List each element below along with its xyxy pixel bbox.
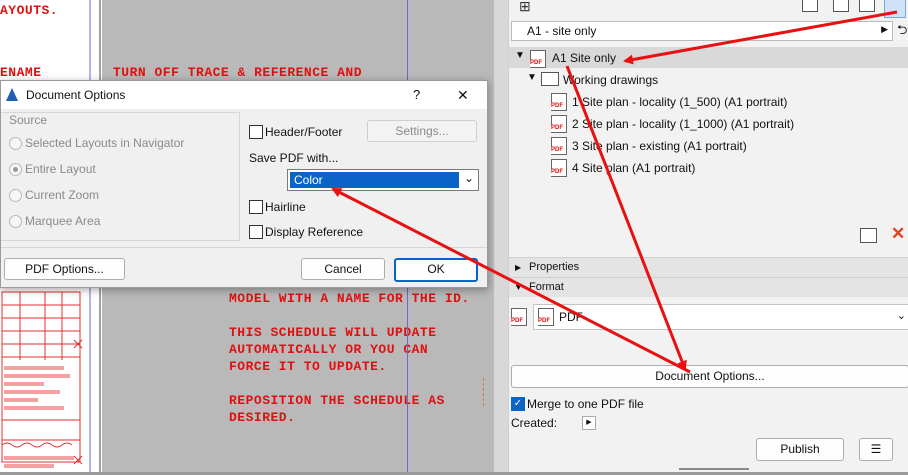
tree-folder-row[interactable]: ▼ Working drawings [509, 69, 908, 89]
settings-button[interactable]: Settings... [367, 120, 477, 142]
canvas-text-block: MODEL WITH A NAME FOR THE ID. THIS SCHED… [229, 290, 470, 426]
cancel-button[interactable]: Cancel [301, 258, 385, 280]
document-options-button[interactable]: Document Options... [511, 365, 908, 388]
tree-root-label: A1 Site only [552, 51, 617, 65]
canvas-text-line: MODEL WITH A NAME FOR THE ID. [229, 291, 470, 306]
canvas-text-turn-off: TURN OFF TRACE & REFERENCE AND [113, 65, 363, 80]
vertical-scrollbar[interactable] [493, 0, 509, 472]
radio-dot [13, 167, 18, 172]
canvas-text-line [229, 307, 470, 324]
format-dropdown[interactable]: PDF ⌄ [533, 304, 908, 330]
tree-item[interactable]: 3 Site plan - existing (A1 portrait) [509, 135, 908, 157]
publisher-panel: ⊞ A1 - site only ▶ ⮌ ▼ A1 Site only ▼ Wo… [508, 0, 908, 472]
archicad-logo-icon [6, 88, 18, 101]
canvas-text-layouts: AYOUTS. [0, 3, 59, 18]
folder-icon [541, 72, 559, 86]
color-dropdown[interactable]: Color ⌄ [287, 169, 479, 191]
hairline-label: Hairline [265, 200, 306, 214]
merge-label: Merge to one PDF file [527, 397, 644, 411]
display-reference-label: Display Reference [265, 225, 364, 239]
list-icon: ☰ [870, 442, 882, 456]
chevron-down-icon[interactable]: ▼ [527, 72, 537, 83]
ok-button[interactable]: OK [394, 258, 478, 282]
dialog-titlebar[interactable]: Document Options ? ✕ [1, 81, 487, 109]
publisher-set-value: A1 - site only [527, 24, 597, 38]
format-value: PDF [559, 310, 583, 324]
format-label: Format [529, 281, 564, 293]
canvas-text-line: REPOSITION THE SCHEDULE AS [229, 393, 445, 408]
pdf-options-button[interactable]: PDF Options... [4, 258, 125, 280]
save-pdf-label: Save PDF with... [249, 151, 339, 165]
publish-button[interactable]: Publish [756, 438, 844, 461]
document-options-dialog: Document Options ? ✕ Source Selected Lay… [0, 80, 488, 288]
created-label: Created: [511, 416, 558, 430]
tree-item[interactable]: 4 Site plan (A1 portrait) [509, 157, 908, 179]
new-publisher-item-icon[interactable] [860, 228, 877, 243]
properties-label: Properties [529, 261, 580, 273]
publish-options-button[interactable]: ☰ [859, 438, 893, 461]
dialog-divider [1, 247, 487, 248]
display-reference-checkbox[interactable] [249, 225, 263, 239]
canvas-text-name: ENAME [0, 65, 42, 80]
hairline-checkbox[interactable] [249, 200, 263, 214]
canvas-text-line: THIS SCHEDULE WILL UPDATE [229, 325, 437, 340]
canvas-text-line: DESIRED. [229, 410, 296, 425]
radio-current-zoom[interactable] [9, 189, 22, 202]
tree-view-icon[interactable]: ⊞ [519, 0, 531, 15]
radio-label: Selected Layouts in Navigator [25, 136, 185, 150]
tree-item-label: 1 Site plan - locality (1_500) (A1 portr… [572, 95, 788, 109]
radio-label: Current Zoom [25, 188, 100, 202]
properties-header[interactable]: ▶ Properties [509, 257, 908, 277]
tree-item-label: 3 Site plan - existing (A1 portrait) [572, 139, 747, 153]
layout-book-icon[interactable] [833, 0, 849, 12]
publisher-set-icon [511, 308, 527, 326]
pdf-icon [551, 115, 567, 133]
header-footer-label: Header/Footer [265, 125, 343, 139]
radio-marquee-area[interactable] [9, 215, 22, 228]
pdf-icon [551, 159, 567, 177]
tree-item[interactable]: 2 Site plan - locality (1_1000) (A1 port… [509, 113, 908, 135]
view-map-icon[interactable] [859, 0, 875, 12]
format-header[interactable]: ▼ Format [509, 277, 908, 297]
tree-item-label: 4 Site plan (A1 portrait) [572, 161, 696, 175]
publisher-set-dropdown[interactable]: A1 - site only ▶ [511, 21, 893, 41]
canvas-text-line: FORCE IT TO UPDATE. [229, 359, 387, 374]
chevron-down-icon: ⌄ [463, 171, 474, 185]
tree-folder-label: Working drawings [563, 73, 659, 87]
tree-item[interactable]: 1 Site plan - locality (1_500) (A1 portr… [509, 91, 908, 113]
color-value: Color [294, 173, 323, 187]
guide-mark [483, 378, 485, 406]
project-map-icon[interactable] [802, 0, 818, 12]
radio-entire-layout[interactable] [9, 163, 22, 176]
panel-toolbar: ⊞ [509, 0, 908, 18]
canvas-text-line [229, 375, 470, 392]
header-footer-checkbox[interactable] [249, 125, 263, 139]
publisher-options-icon[interactable]: ⮌ [897, 21, 907, 43]
help-button[interactable]: ? [413, 87, 420, 102]
radio-label: Entire Layout [25, 162, 96, 176]
pdf-icon [551, 137, 567, 155]
resize-grip[interactable] [679, 468, 749, 470]
publisher-sets-icon[interactable] [884, 0, 906, 18]
chevron-down-icon[interactable]: ▼ [515, 50, 525, 61]
chevron-right-icon: ▶ [881, 24, 888, 34]
tree-root-row[interactable]: ▼ A1 Site only [509, 47, 908, 68]
radio-label: Marquee Area [25, 214, 101, 228]
chevron-right-icon: ▶ [515, 263, 522, 272]
radio-selected-layouts[interactable] [9, 137, 22, 150]
dialog-title: Document Options [26, 88, 126, 102]
merge-checkbox[interactable]: ✓ [511, 397, 525, 411]
chevron-down-icon: ▼ [514, 282, 523, 292]
pdf-icon [551, 93, 567, 111]
publisher-set-icon [530, 50, 546, 68]
pdf-icon [538, 308, 554, 326]
close-button[interactable]: ✕ [457, 87, 469, 104]
canvas-text-line: AUTOMATICALLY OR YOU CAN [229, 342, 429, 357]
delete-icon[interactable]: ✕ [891, 224, 905, 244]
tree-item-label: 2 Site plan - locality (1_1000) (A1 port… [572, 117, 795, 131]
created-arrow-icon[interactable]: ▶ [582, 416, 596, 430]
chevron-down-icon: ⌄ [896, 310, 906, 322]
source-label: Source [9, 113, 48, 127]
